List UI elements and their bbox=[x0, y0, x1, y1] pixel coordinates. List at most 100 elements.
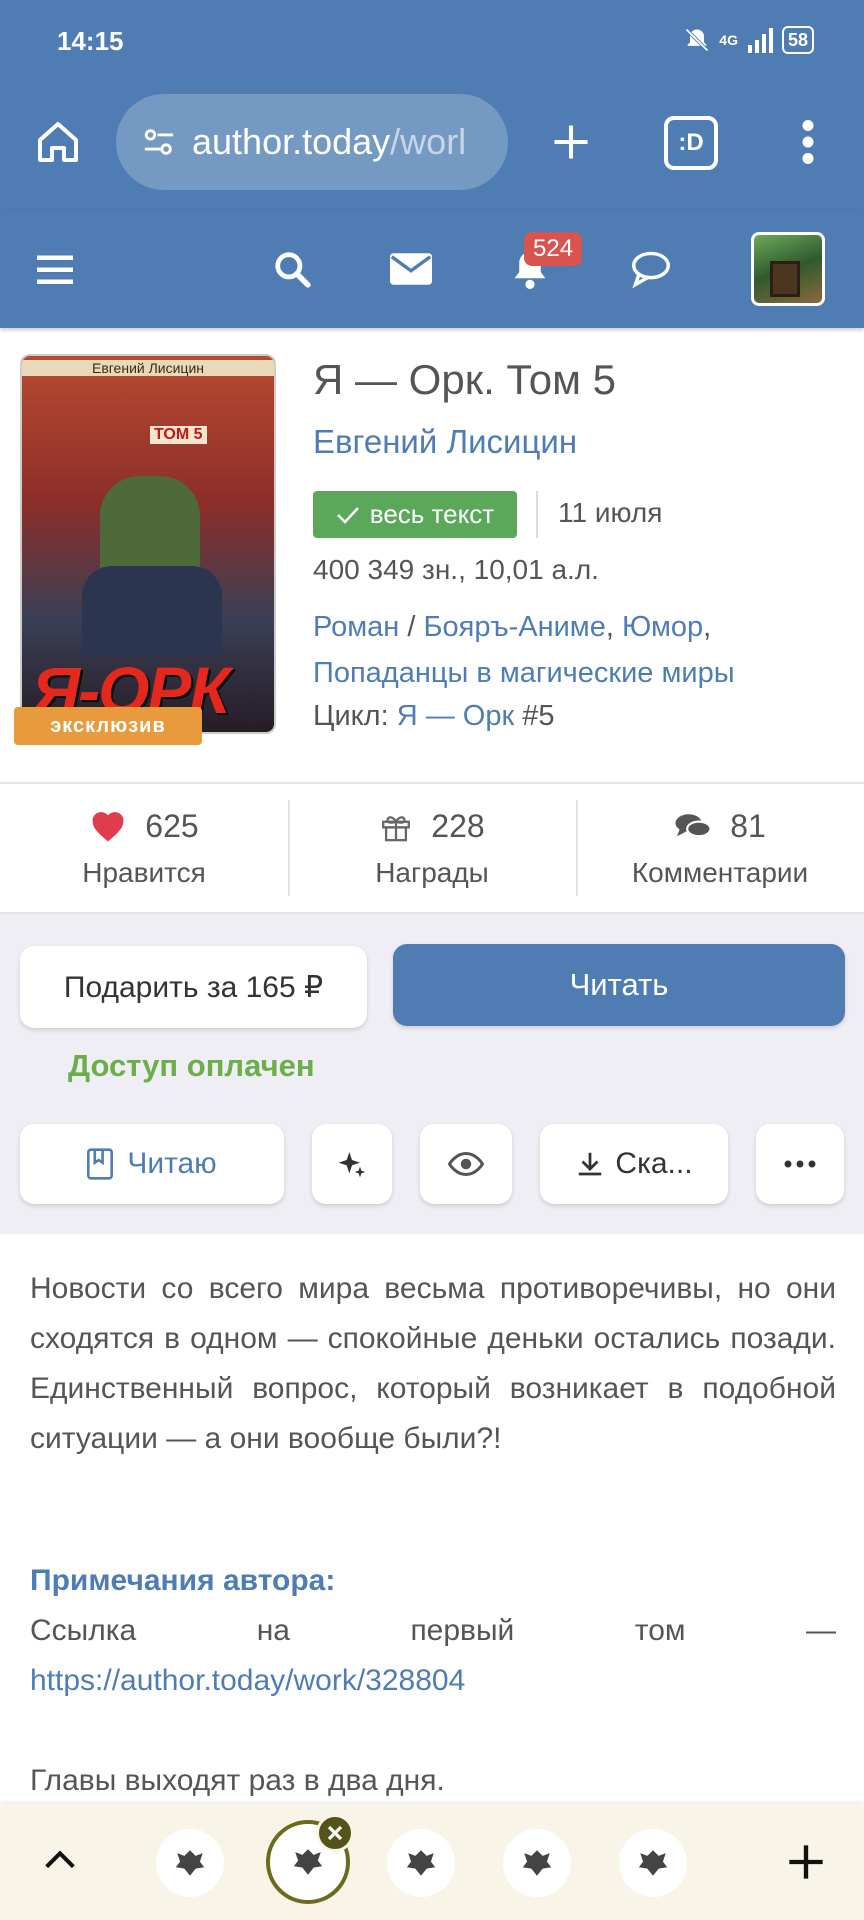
mute-bell-icon bbox=[685, 28, 710, 52]
cover-volume: ТОМ 5 bbox=[150, 426, 207, 444]
first-volume-line: Ссылка на первый том — bbox=[30, 1614, 836, 1648]
hamburger-icon bbox=[37, 255, 73, 284]
genre-link[interactable]: Роман bbox=[313, 611, 399, 643]
read-button[interactable]: Читать bbox=[393, 944, 845, 1026]
paid-status: Доступ оплачен bbox=[68, 1048, 315, 1083]
address-bar[interactable]: author.today/worl bbox=[116, 94, 508, 190]
download-icon bbox=[579, 1152, 602, 1176]
book-cycle: Цикл: Я — Орк #5 bbox=[313, 700, 554, 733]
check-icon bbox=[336, 506, 359, 524]
exclusive-badge: эксклюзив bbox=[14, 707, 202, 745]
book-title: Я — Орк. Том 5 bbox=[313, 356, 617, 403]
tab-thumbnail[interactable] bbox=[619, 1829, 687, 1897]
genre-link[interactable]: Бояръ-Аниме bbox=[423, 611, 605, 643]
gift-button[interactable]: Подарить за 165 ₽ bbox=[20, 946, 367, 1028]
signal-icon bbox=[747, 28, 773, 53]
url-path: /worl bbox=[390, 121, 467, 162]
site-settings-icon bbox=[144, 129, 174, 155]
likes-count: 625 bbox=[145, 807, 199, 844]
new-tab-button[interactable] bbox=[543, 114, 599, 170]
heart-icon bbox=[92, 812, 124, 842]
divider bbox=[536, 491, 538, 538]
recommend-button[interactable] bbox=[312, 1124, 392, 1204]
word: Ссылка bbox=[30, 1614, 137, 1647]
tabs-button[interactable]: :D bbox=[664, 116, 718, 170]
cycle-link[interactable]: Я — Орк bbox=[397, 700, 514, 732]
reading-label: Читаю bbox=[127, 1147, 217, 1180]
full-text-badge: весь текст bbox=[313, 491, 517, 538]
book-description: Новости со всего мира весьма противоречи… bbox=[30, 1272, 836, 1455]
site-logo-icon bbox=[638, 1850, 668, 1876]
likes-stat[interactable]: 625 Нравится bbox=[0, 784, 288, 912]
browser-menu-button[interactable] bbox=[780, 114, 836, 170]
site-logo-icon bbox=[175, 1850, 205, 1876]
download-button[interactable]: Ска... bbox=[540, 1124, 728, 1204]
word: том bbox=[634, 1614, 686, 1647]
site-logo-icon bbox=[522, 1850, 552, 1876]
comments-stat[interactable]: 81 Комментарии bbox=[576, 784, 864, 912]
word: на bbox=[256, 1614, 290, 1647]
more-actions-button[interactable] bbox=[756, 1124, 844, 1204]
plus-icon bbox=[554, 125, 588, 159]
plus-icon bbox=[789, 1845, 823, 1879]
site-logo-icon bbox=[406, 1850, 436, 1876]
avatar-image bbox=[770, 261, 800, 297]
more-vertical-icon bbox=[802, 120, 814, 164]
search-icon bbox=[275, 252, 311, 288]
chat-button[interactable] bbox=[624, 242, 678, 296]
add-tab-button[interactable] bbox=[780, 1836, 832, 1888]
messages-button[interactable] bbox=[384, 242, 438, 296]
cycle-label: Цикл: bbox=[313, 700, 397, 732]
chat-bubble-icon bbox=[632, 251, 670, 288]
notification-badge: 524 bbox=[524, 232, 583, 266]
url-text: author.today/worl bbox=[192, 121, 466, 163]
site-logo-icon bbox=[293, 1849, 323, 1875]
tabs-icon: :D bbox=[678, 129, 704, 156]
status-time: 14:15 bbox=[57, 26, 124, 56]
user-avatar[interactable] bbox=[751, 232, 825, 306]
stats-bar: 625 Нравится 228 Награды 81 Комментарии bbox=[0, 782, 864, 914]
watch-button[interactable] bbox=[420, 1124, 512, 1204]
full-text-label: весь текст bbox=[369, 499, 495, 529]
genre-link[interactable]: Юмор bbox=[622, 611, 703, 643]
close-icon bbox=[327, 1825, 343, 1841]
word: первый bbox=[410, 1614, 515, 1647]
comments-label: Комментарии bbox=[631, 856, 809, 888]
first-volume-link[interactable]: https://author.today/work/328804 bbox=[30, 1664, 465, 1698]
genre-separator: , bbox=[703, 611, 712, 643]
tab-thumbnail[interactable] bbox=[387, 1829, 455, 1897]
awards-label: Награды bbox=[375, 856, 489, 888]
home-button[interactable] bbox=[30, 114, 86, 170]
eye-icon bbox=[448, 1152, 484, 1176]
network-label: 4G bbox=[719, 32, 738, 48]
scroll-up-button[interactable] bbox=[36, 1836, 84, 1884]
book-cover[interactable]: Евгений Лисицин ТОМ 5 Я-ОРК bbox=[20, 354, 276, 734]
tab-thumbnail[interactable] bbox=[503, 1829, 571, 1897]
close-tab-button[interactable] bbox=[316, 1814, 354, 1852]
comments-icon bbox=[675, 814, 712, 838]
home-icon bbox=[38, 122, 78, 162]
status-bar: 14:15 4G 58 bbox=[0, 0, 864, 84]
comments-count: 81 bbox=[730, 807, 766, 844]
awards-stat[interactable]: 228 Награды bbox=[288, 784, 576, 912]
chevron-up-icon bbox=[45, 1850, 75, 1869]
book-date: 11 июля bbox=[558, 497, 663, 528]
awards-count: 228 bbox=[431, 807, 485, 844]
more-horizontal-icon bbox=[784, 1160, 816, 1168]
genre-separator: , bbox=[605, 611, 622, 643]
book-size: 400 349 зн., 10,01 а.л. bbox=[313, 554, 599, 585]
genre-link[interactable]: Попаданцы в магические миры bbox=[313, 657, 735, 689]
author-notes-heading: Примечания автора: bbox=[30, 1564, 336, 1597]
battery-icon: 58 bbox=[781, 26, 814, 54]
site-header: 524 bbox=[0, 210, 864, 328]
menu-button[interactable] bbox=[28, 242, 82, 296]
tab-thumbnail[interactable] bbox=[156, 1829, 224, 1897]
gift-icon bbox=[382, 816, 411, 842]
book-author-link[interactable]: Евгений Лисицин bbox=[313, 423, 577, 461]
reading-button[interactable]: Читаю bbox=[20, 1124, 284, 1204]
likes-label: Нравится bbox=[82, 856, 206, 888]
browser-toolbar: author.today/worl :D bbox=[0, 84, 864, 210]
search-button[interactable] bbox=[265, 242, 319, 296]
download-label: Ска... bbox=[615, 1147, 693, 1180]
cycle-number: #5 bbox=[514, 700, 555, 732]
